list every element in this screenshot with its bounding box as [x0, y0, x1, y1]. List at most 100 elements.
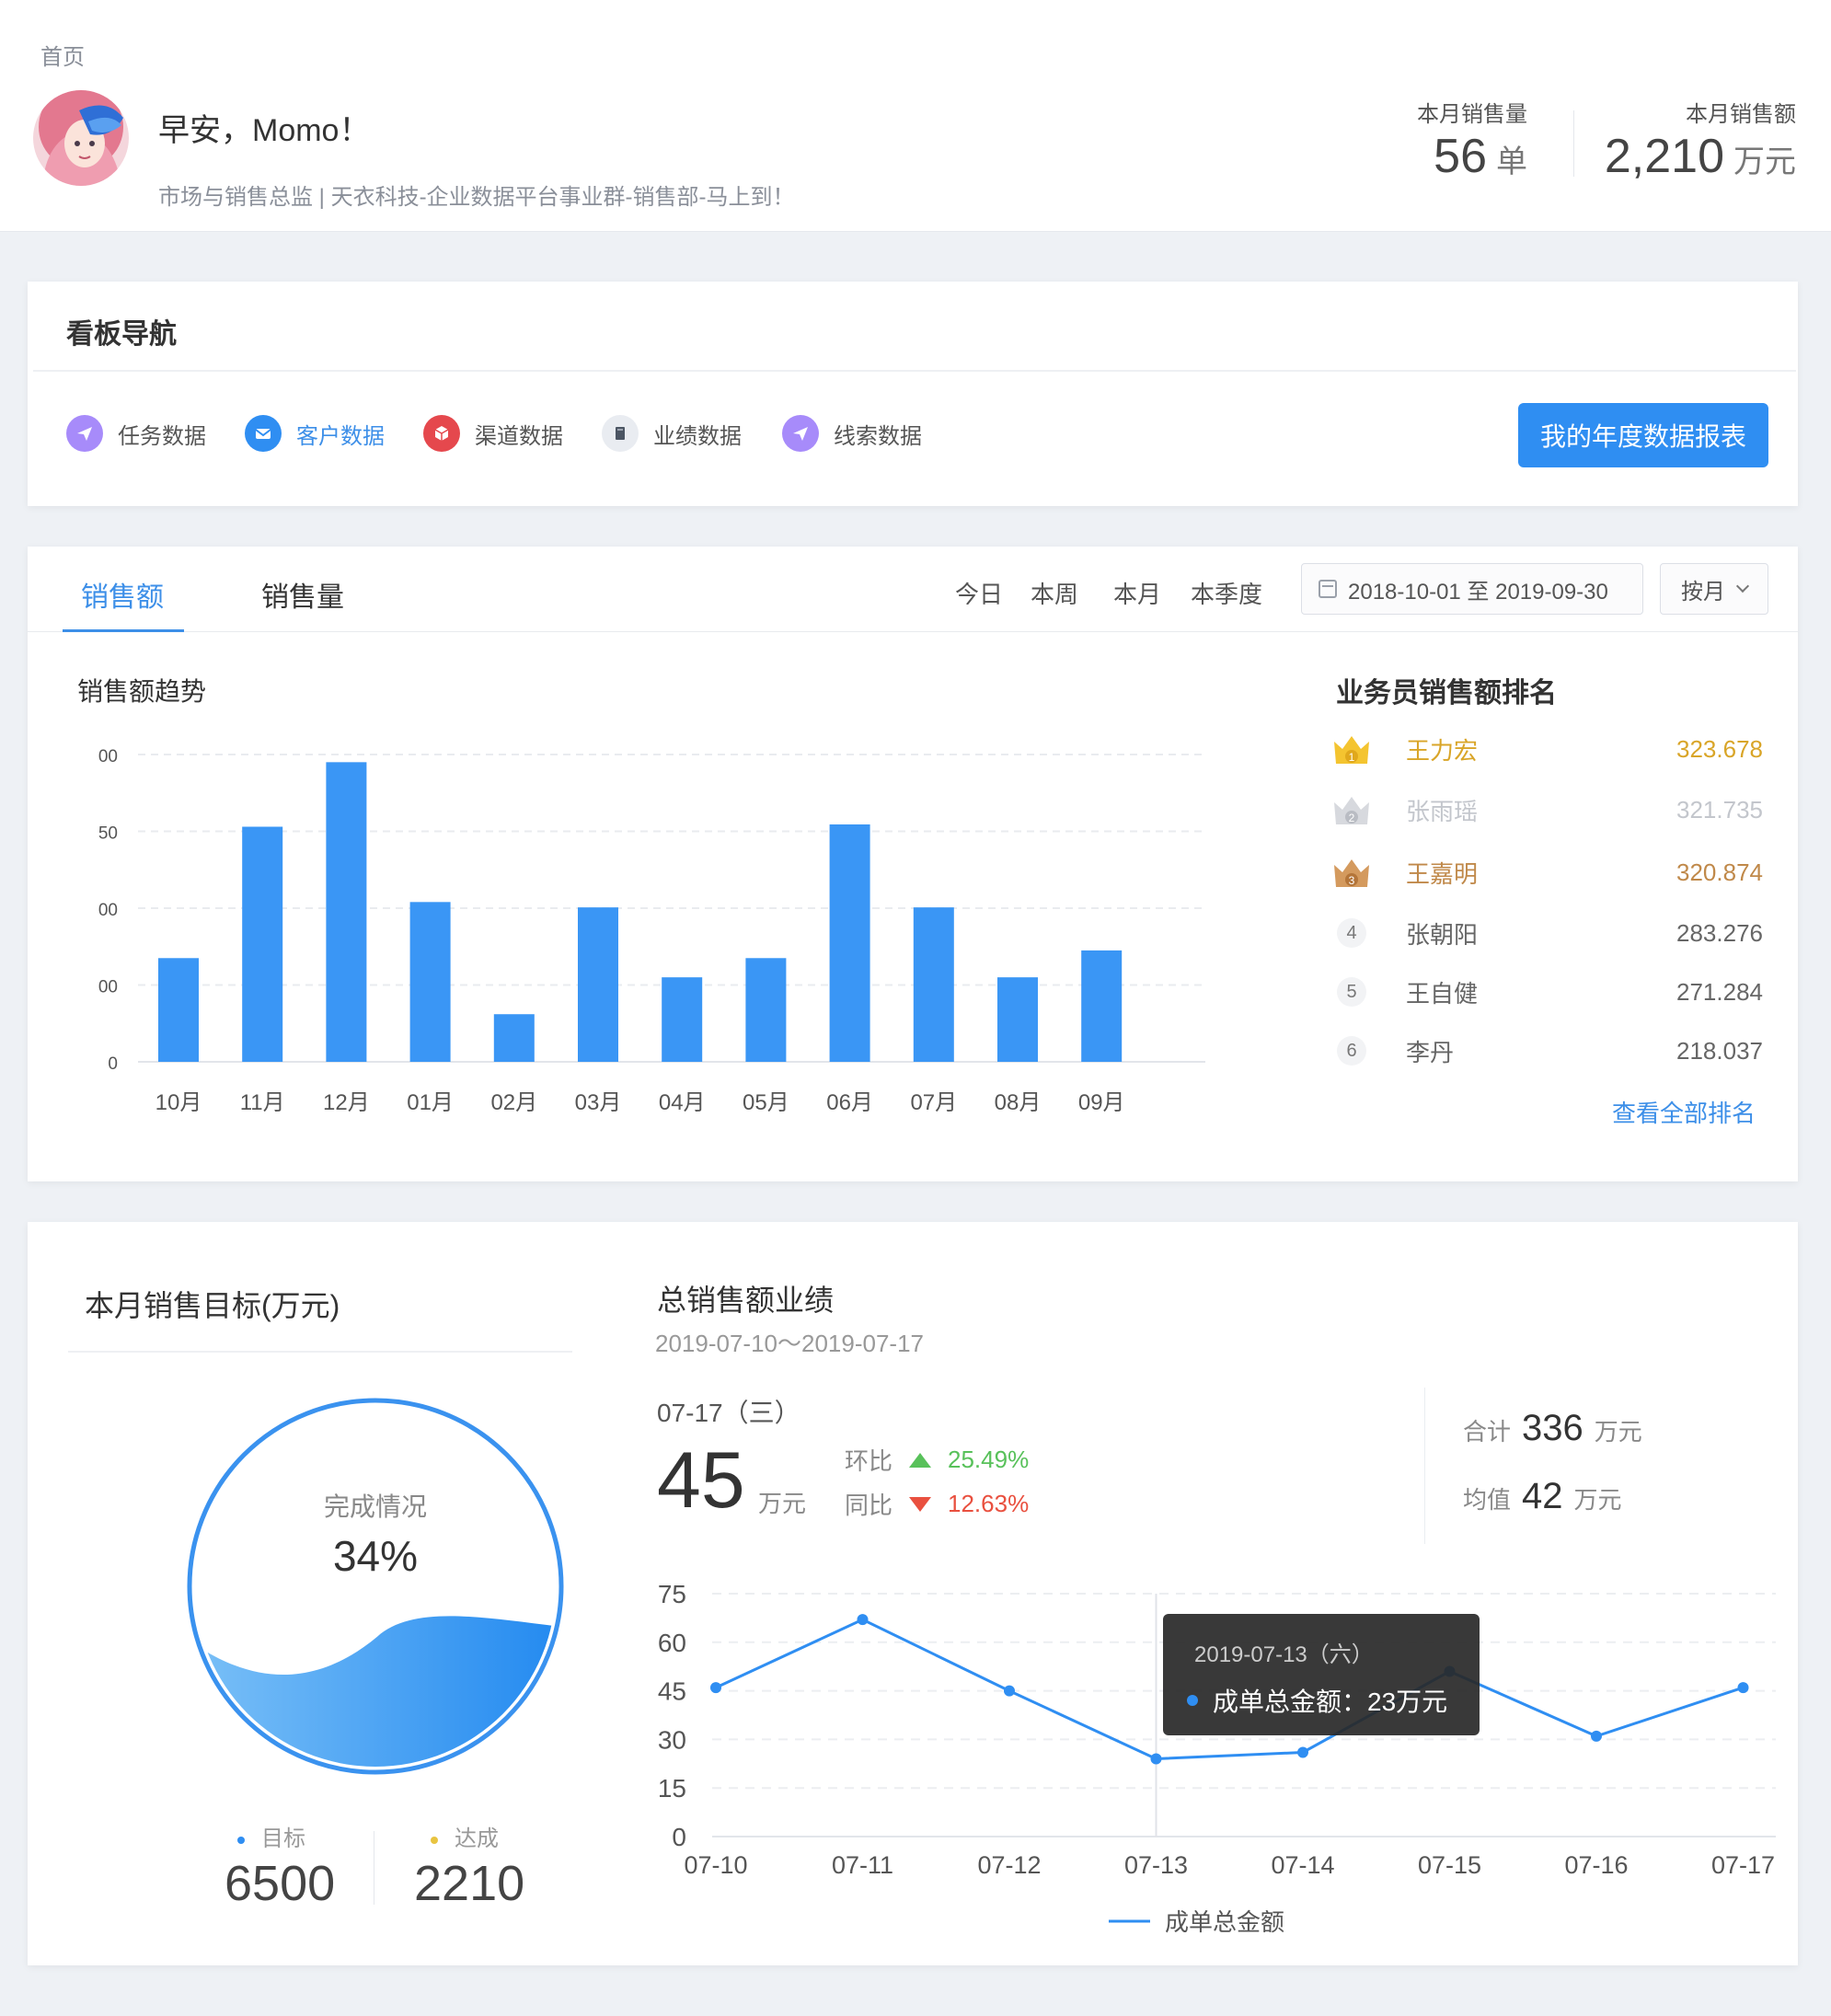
x-tick-label: 04月 — [659, 1090, 706, 1115]
x-tick-label: 07-14 — [1271, 1851, 1334, 1879]
avg-value: 42 — [1522, 1476, 1563, 1516]
achieved-legend: 达成 — [431, 1820, 499, 1852]
user-title: 市场与销售总监 | 天衣科技-企业数据平台事业群-销售部-马上到！ — [158, 185, 795, 210]
nav-item-task-data[interactable]: 任务数据 — [66, 410, 206, 456]
rank-name: 王力宏 — [1406, 736, 1479, 765]
achieved-label: 达成 — [455, 1826, 499, 1851]
nav-item-channel-data[interactable]: 渠道数据 — [423, 410, 563, 456]
tab-sales-volume[interactable]: 销售量 — [261, 574, 344, 615]
data-point — [1004, 1685, 1015, 1697]
y-tick-label: 0 — [108, 1054, 118, 1074]
rank-row[interactable]: 2 张雨瑶 321.735 — [1330, 791, 1763, 828]
legend-label: 成单总金额 — [1165, 1908, 1284, 1936]
rank-row[interactable]: 1 王力宏 323.678 — [1330, 731, 1763, 767]
rank-value: 321.735 — [1676, 795, 1763, 824]
kpi-sales-volume-label: 本月销售量 — [1417, 102, 1527, 127]
rank-row[interactable]: 4 张朝阳 283.276 — [1330, 915, 1763, 951]
kpi-sales-amount: 2,210 万元 — [1564, 129, 1796, 184]
range-month[interactable]: 本月 — [1113, 576, 1161, 610]
nav-item-label: 任务数据 — [118, 423, 206, 449]
cube-icon — [423, 415, 460, 452]
yoy-comparison: 同比 12.63% — [845, 1487, 1029, 1521]
yoy-label: 同比 — [845, 1492, 893, 1519]
rank-number: 4 — [1337, 918, 1366, 948]
x-tick-label: 07-12 — [977, 1851, 1041, 1879]
nav-item-label: 线索数据 — [834, 423, 922, 449]
nav-item-label: 客户数据 — [296, 423, 385, 449]
range-week[interactable]: 本周 — [1031, 576, 1078, 610]
kpi-sales-amount-value: 2,210 — [1604, 130, 1724, 183]
x-tick-label: 08月 — [995, 1090, 1042, 1115]
svg-text:2: 2 — [1349, 812, 1355, 824]
goal-legend: 目标 — [237, 1820, 305, 1852]
breadcrumb[interactable]: 首页 — [40, 39, 85, 71]
chevron-down-icon — [1735, 579, 1750, 593]
rank-number: 5 — [1337, 977, 1366, 1007]
rank-row[interactable]: 6 李丹 218.037 — [1330, 1032, 1763, 1069]
rank-title: 业务员销售额排名 — [1336, 678, 1557, 708]
gold-medal-icon: 1 — [1330, 731, 1373, 767]
tab-sales-amount[interactable]: 销售额 — [81, 574, 164, 615]
bar — [745, 958, 787, 1062]
data-point — [710, 1682, 721, 1694]
x-tick-label: 03月 — [575, 1090, 622, 1115]
bar — [1081, 950, 1123, 1062]
dashboard-nav-card — [28, 282, 1798, 506]
x-tick-label: 07-10 — [684, 1851, 747, 1879]
tooltip-date: 2019-07-13（六） — [1194, 1642, 1374, 1667]
rank-value: 283.276 — [1676, 918, 1763, 947]
target-title: 本月销售目标(万元) — [85, 1289, 340, 1322]
x-tick-label: 06月 — [826, 1090, 873, 1115]
nav-item-label: 渠道数据 — [475, 423, 563, 449]
divider — [33, 370, 1796, 372]
x-tick-label: 10月 — [155, 1090, 202, 1115]
divider — [68, 1351, 572, 1353]
view-all-ranking-link[interactable]: 查看全部排名 — [1612, 1095, 1756, 1129]
rank-row[interactable]: 3 王嘉明 320.874 — [1330, 854, 1763, 891]
goal-dot-icon — [237, 1836, 245, 1844]
achieved-dot-icon — [431, 1836, 438, 1844]
greeting: 早安，Momo！ — [158, 113, 371, 148]
svg-text:3: 3 — [1349, 874, 1355, 887]
y-tick-label: 00 — [98, 747, 118, 766]
goal-label: 目标 — [261, 1826, 305, 1851]
bar — [578, 907, 618, 1062]
mom-label: 环比 — [845, 1447, 893, 1475]
bar — [493, 1014, 535, 1062]
sum-unit: 万元 — [1594, 1418, 1642, 1446]
rank-name: 张朝阳 — [1406, 920, 1479, 949]
completion-liquid-gauge — [187, 1398, 564, 1775]
date-range-picker[interactable]: 2018-10-01 至 2019-09-30 — [1301, 563, 1643, 615]
series-dot-icon — [1187, 1695, 1198, 1706]
range-today[interactable]: 今日 — [955, 576, 1003, 610]
y-tick-label: 00 — [98, 901, 118, 920]
y-tick-label: 30 — [658, 1725, 686, 1754]
performance-range: 2019-07-10～2019-07-17 — [655, 1330, 924, 1357]
date-range-value: 2018-10-01 至 2019-09-30 — [1348, 579, 1608, 605]
performance-unit: 万元 — [758, 1490, 807, 1517]
rank-value: 323.678 — [1676, 734, 1763, 763]
chart-tooltip: 2019-07-13（六） 成单总金额：23万元 — [1163, 1614, 1480, 1735]
x-tick-label: 07-11 — [832, 1851, 893, 1879]
avatar[interactable] — [33, 90, 129, 186]
bronze-medal-icon: 3 — [1330, 854, 1373, 891]
nav-item-customer-data[interactable]: 客户数据 — [245, 410, 385, 456]
data-point — [1150, 1753, 1162, 1765]
y-tick-label: 50 — [98, 824, 118, 844]
rank-badge: 5 — [1330, 973, 1373, 1010]
nav-title: 看板导航 — [66, 319, 177, 350]
rank-name: 王自健 — [1406, 979, 1479, 1008]
divider — [1424, 1388, 1425, 1544]
x-tick-label: 09月 — [1078, 1090, 1125, 1115]
x-tick-label: 07-16 — [1564, 1851, 1628, 1879]
nav-item-lead-data[interactable]: 线索数据 — [782, 410, 922, 456]
annual-report-button[interactable]: 我的年度数据报表 — [1518, 403, 1768, 467]
granularity-select[interactable]: 按月 — [1660, 563, 1768, 615]
rank-row[interactable]: 5 王自健 271.284 — [1330, 973, 1763, 1010]
mom-comparison: 环比 25.49% — [845, 1443, 1029, 1477]
range-quarter[interactable]: 本季度 — [1191, 576, 1262, 610]
data-point — [1737, 1682, 1749, 1694]
x-tick-label: 12月 — [323, 1090, 370, 1115]
performance-value: 45 — [657, 1436, 745, 1525]
nav-item-performance-data[interactable]: 业绩数据 — [602, 410, 742, 456]
